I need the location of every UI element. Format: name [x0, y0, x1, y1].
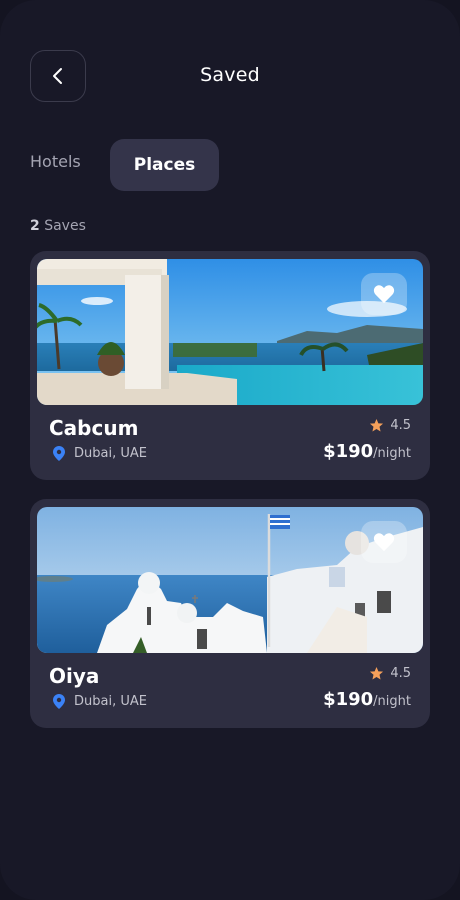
place-rating: 4.5: [369, 418, 411, 433]
page-title: Saved: [200, 64, 260, 86]
place-photo: [37, 259, 423, 405]
rating-value: 4.5: [390, 418, 411, 433]
saves-count: 2 Saves: [30, 218, 86, 234]
saves-label: Saves: [44, 218, 86, 234]
star-icon: [370, 418, 384, 432]
location-text: Dubai, UAE: [74, 446, 147, 461]
price-unit: /night: [373, 694, 411, 709]
saved-screen: Saved Hotels Places 2 Saves Cabcum Dubai…: [0, 0, 460, 900]
star-icon: [370, 666, 384, 680]
price-unit: /night: [373, 446, 411, 461]
location-text: Dubai, UAE: [74, 694, 147, 709]
place-card[interactable]: Cabcum Dubai, UAE 4.5 $190 /night: [30, 251, 430, 480]
location-pin-icon: [53, 446, 65, 461]
heart-icon: [373, 285, 395, 304]
place-price: $190 /night: [323, 441, 411, 462]
tab-hotels[interactable]: Hotels: [30, 152, 81, 171]
favorite-button[interactable]: [361, 521, 407, 563]
place-rating: 4.5: [369, 666, 411, 681]
place-name: Oiya: [49, 664, 100, 688]
place-photo: [37, 507, 423, 653]
heart-icon: [373, 533, 395, 552]
tab-places[interactable]: Places: [110, 139, 219, 191]
price-value: $190: [323, 441, 374, 462]
price-value: $190: [323, 689, 374, 710]
place-location: Dubai, UAE: [53, 446, 147, 461]
place-card[interactable]: Oiya Dubai, UAE 4.5 $190 /night: [30, 499, 430, 728]
rating-value: 4.5: [390, 666, 411, 681]
saves-number: 2: [30, 218, 40, 234]
location-pin-icon: [53, 694, 65, 709]
place-name: Cabcum: [49, 416, 139, 440]
place-location: Dubai, UAE: [53, 694, 147, 709]
place-price: $190 /night: [323, 689, 411, 710]
favorite-button[interactable]: [361, 273, 407, 315]
